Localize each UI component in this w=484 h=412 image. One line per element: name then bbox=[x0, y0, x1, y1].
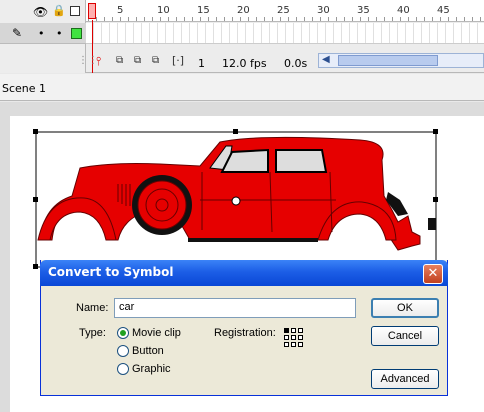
dialog-title: Convert to Symbol bbox=[48, 265, 174, 279]
radio-selected-dot bbox=[120, 330, 126, 336]
name-label: Name: bbox=[76, 302, 109, 314]
radio-graphic-label[interactable]: Graphic bbox=[132, 363, 171, 375]
selection-handle bbox=[33, 129, 38, 134]
ok-button[interactable]: OK bbox=[371, 298, 439, 318]
selection-handle bbox=[33, 264, 38, 269]
registration-label: Registration: bbox=[214, 327, 276, 339]
reg-cell[interactable] bbox=[291, 335, 296, 340]
reg-cell[interactable] bbox=[284, 335, 289, 340]
reg-cell[interactable] bbox=[291, 328, 296, 333]
advanced-button[interactable]: Advanced bbox=[371, 369, 439, 389]
selection-handle bbox=[33, 197, 38, 202]
registration-point bbox=[231, 196, 241, 206]
radio-movie-clip-label[interactable]: Movie clip bbox=[132, 327, 181, 339]
reg-cell[interactable] bbox=[284, 342, 289, 347]
reg-cell[interactable] bbox=[291, 342, 296, 347]
reg-cell[interactable] bbox=[298, 335, 303, 340]
reg-cell[interactable] bbox=[298, 328, 303, 333]
rear-window bbox=[275, 149, 328, 173]
cancel-button[interactable]: Cancel bbox=[371, 326, 439, 346]
reg-cell[interactable] bbox=[284, 328, 289, 333]
radio-button-label[interactable]: Button bbox=[132, 345, 164, 357]
selection-handle bbox=[433, 129, 438, 134]
reg-cell[interactable] bbox=[298, 342, 303, 347]
selection-handle bbox=[233, 129, 238, 134]
close-icon: ✕ bbox=[427, 266, 439, 281]
front-bumper bbox=[428, 218, 436, 230]
radio-button[interactable] bbox=[117, 345, 129, 357]
type-label: Type: bbox=[79, 327, 106, 339]
name-input[interactable]: car bbox=[114, 298, 356, 318]
selection-handle bbox=[433, 197, 438, 202]
radio-graphic[interactable] bbox=[117, 363, 129, 375]
registration-grid-icon[interactable] bbox=[284, 328, 304, 348]
close-button[interactable]: ✕ bbox=[423, 264, 443, 284]
running-board bbox=[188, 238, 318, 242]
radio-movie-clip[interactable] bbox=[117, 327, 129, 339]
